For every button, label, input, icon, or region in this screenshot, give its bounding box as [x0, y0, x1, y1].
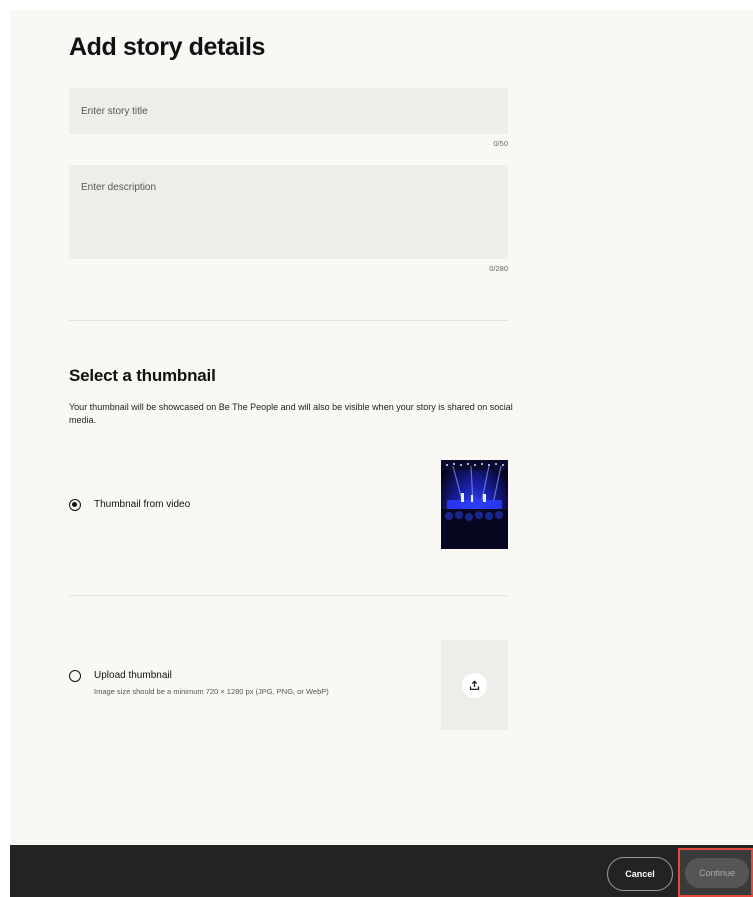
story-title-input[interactable] [69, 88, 508, 134]
video-thumbnail-preview [441, 460, 508, 549]
section-divider [69, 320, 508, 321]
description-char-counter: 0/280 [489, 264, 508, 273]
concert-stage-image [441, 460, 508, 549]
footer-bar: Cancel Continue [10, 845, 753, 897]
cancel-button[interactable]: Cancel [607, 857, 673, 891]
thumbnail-option-upload[interactable]: Upload thumbnail Image size should be a … [69, 669, 399, 703]
upload-button[interactable] [462, 673, 487, 698]
continue-button[interactable]: Continue [685, 858, 749, 888]
continue-button-highlight: Continue [678, 848, 753, 897]
title-char-counter: 0/50 [493, 139, 508, 148]
thumbnail-section-description: Your thumbnail will be showcased on Be T… [69, 402, 513, 425]
thumbnail-option-upload-hint: Image size should be a minimum 720 × 128… [94, 687, 329, 696]
thumbnail-option-upload-label: Upload thumbnail [94, 670, 172, 681]
page-title: Add story details [69, 33, 266, 61]
thumbnail-option-video-label: Thumbnail from video [94, 499, 191, 510]
radio-thumbnail-video[interactable] [69, 499, 81, 511]
radio-thumbnail-upload[interactable] [69, 670, 81, 682]
option-divider [69, 595, 508, 596]
story-description-input[interactable] [69, 165, 508, 259]
upload-thumbnail-dropzone[interactable] [441, 640, 508, 730]
thumbnail-option-video[interactable]: Thumbnail from video [69, 497, 369, 513]
upload-icon [469, 680, 480, 690]
thumbnail-section-title: Select a thumbnail [69, 366, 216, 385]
story-details-panel: Add story details 0/50 0/280 Select a th… [10, 10, 753, 845]
